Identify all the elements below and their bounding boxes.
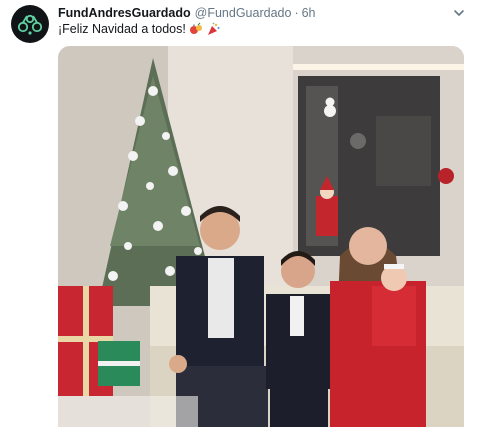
user-handle[interactable]: @FundGuardado	[195, 6, 292, 20]
family-christmas-photo	[58, 46, 464, 427]
separator-dot: ·	[294, 6, 299, 20]
chevron-down-icon[interactable]	[451, 6, 467, 20]
foundation-logo-icon	[17, 14, 43, 35]
tweet-header: FundAndresGuardado @FundGuardado · 6h	[58, 6, 316, 22]
display-name[interactable]: FundAndresGuardado	[58, 6, 191, 20]
tweet-text: ¡Feliz Navidad a todos!	[58, 22, 220, 36]
tweet-media[interactable]	[58, 46, 464, 427]
christmas-ornament-emoji	[189, 22, 202, 34]
party-popper-emoji	[207, 22, 220, 35]
timestamp[interactable]: 6h	[302, 6, 316, 20]
tweet-body: ¡Feliz Navidad a todos!	[58, 22, 186, 36]
avatar[interactable]	[11, 5, 49, 43]
tweet[interactable]: FundAndresGuardado @FundGuardado · 6h ¡F…	[0, 0, 477, 427]
